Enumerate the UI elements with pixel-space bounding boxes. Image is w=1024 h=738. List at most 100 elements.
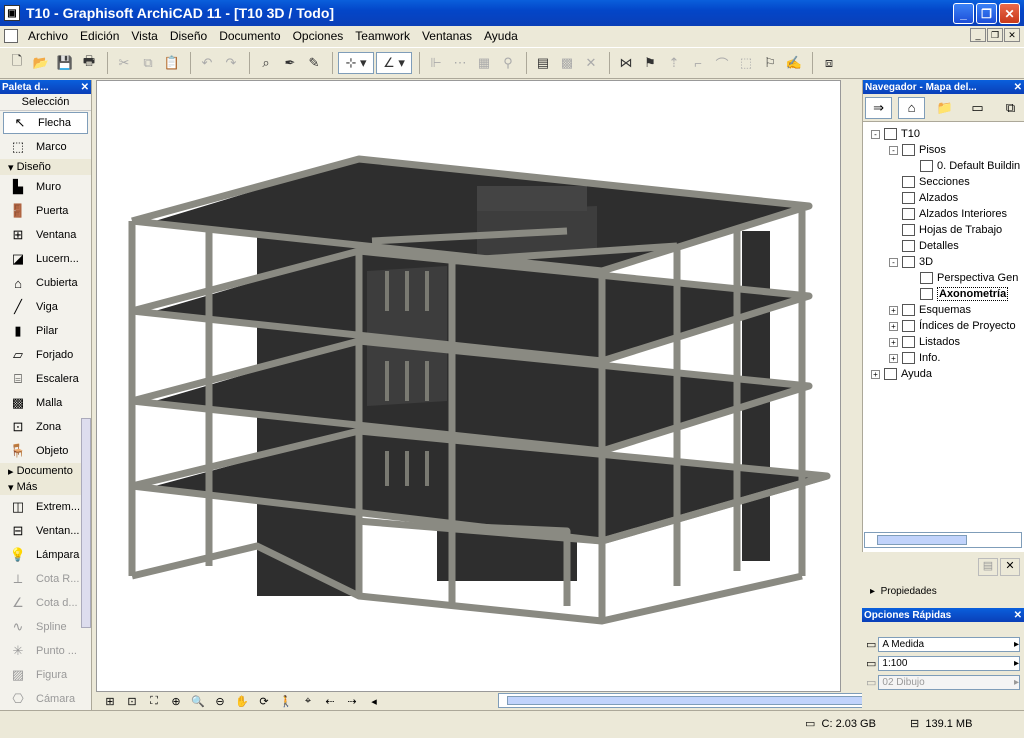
layer-combination-select[interactable]: 02 Dibujo ▸: [878, 674, 1020, 690]
tree-item[interactable]: - Pisos: [863, 142, 1024, 158]
nav-scroll-thumb[interactable]: [877, 535, 967, 545]
tree-item[interactable]: -3D: [863, 254, 1024, 270]
tool-lucernario[interactable]: ◪ Lucern...: [0, 247, 91, 271]
navigator-menu-icon[interactable]: ⇒: [865, 96, 893, 119]
menu-teamwork[interactable]: Teamwork: [349, 29, 416, 43]
tree-item[interactable]: Alzados Interiores: [863, 206, 1024, 222]
group-icon[interactable]: ▦: [473, 52, 495, 74]
tool-marco[interactable]: ⬚ Marco: [0, 135, 91, 159]
horizontal-scrollbar[interactable]: [498, 693, 918, 708]
expand-toggle-icon[interactable]: +: [889, 321, 898, 331]
quick-options-close-icon[interactable]: ✕: [1014, 610, 1022, 621]
split-icon[interactable]: ⚑: [639, 52, 661, 74]
tool-pilar[interactable]: ▮ Pilar: [0, 319, 91, 343]
menu-documento[interactable]: Documento: [213, 29, 286, 43]
tool-cota-nivel[interactable]: ⟂ Cota R...: [0, 567, 91, 591]
distribute-icon[interactable]: ⋯: [449, 52, 471, 74]
marker-icon[interactable]: ⚐: [759, 52, 781, 74]
tree-item[interactable]: + Info.: [863, 350, 1024, 366]
tree-item[interactable]: Detalles: [863, 238, 1024, 254]
view-mode-icon[interactable]: ⊞: [100, 693, 120, 709]
explode-icon[interactable]: ⬚: [735, 52, 757, 74]
publisher-icon[interactable]: ⧉: [997, 97, 1024, 119]
expand-toggle-icon[interactable]: -: [871, 129, 880, 139]
doc-restore-button[interactable]: ❐: [987, 28, 1003, 42]
menu-opciones[interactable]: Opciones: [287, 29, 350, 43]
cut-icon[interactable]: ✂: [113, 52, 135, 74]
navigator-scrollbar[interactable]: [864, 532, 1022, 548]
elevate-icon[interactable]: ⇡: [663, 52, 685, 74]
menu-ayuda[interactable]: Ayuda: [478, 29, 524, 43]
zoom-extents-icon[interactable]: ⌖: [298, 693, 318, 709]
doc-close-button[interactable]: ✕: [1004, 28, 1020, 42]
doc-minimize-button[interactable]: _: [970, 28, 986, 42]
palette-close-icon[interactable]: ✕: [81, 82, 89, 93]
restore-button[interactable]: ❐: [976, 3, 997, 24]
model-view-select[interactable]: A Medida ▸: [878, 636, 1020, 652]
minimize-button[interactable]: _: [953, 3, 974, 24]
document-group-toggle[interactable]: ▸ Documento: [0, 463, 91, 479]
offset-icon[interactable]: ⌐: [687, 52, 709, 74]
navigator-close-icon[interactable]: ✕: [1014, 82, 1022, 93]
new-file-icon[interactable]: 🗋: [6, 52, 28, 74]
tree-item[interactable]: Alzados: [863, 190, 1024, 206]
undo-icon[interactable]: ↶: [196, 52, 218, 74]
menu-vista[interactable]: Vista: [125, 29, 163, 43]
copy-icon[interactable]: ⧉: [137, 52, 159, 74]
pick-up-icon[interactable]: ✒: [279, 52, 301, 74]
close-button[interactable]: ✕: [999, 3, 1020, 24]
tree-item[interactable]: Secciones: [863, 174, 1024, 190]
paste-icon[interactable]: 📋: [161, 52, 183, 74]
gravity-dropdown[interactable]: ⊹ ▾: [338, 52, 374, 74]
tool-viga[interactable]: ╱ Viga: [0, 295, 91, 319]
tree-item[interactable]: + Esquemas: [863, 302, 1024, 318]
expand-toggle-icon[interactable]: +: [871, 369, 880, 379]
tool-muro[interactable]: ▙ Muro: [0, 175, 91, 199]
expand-toggle-icon[interactable]: -: [889, 145, 898, 155]
tool-punto[interactable]: ✳ Punto ...: [0, 639, 91, 663]
menu-ventanas[interactable]: Ventanas: [416, 29, 478, 43]
zoom-area-icon[interactable]: ⊕: [166, 693, 186, 709]
tool-ventana[interactable]: ⊞ Ventana: [0, 223, 91, 247]
pan-hand-icon[interactable]: ✋: [232, 693, 252, 709]
expand-toggle-icon[interactable]: +: [889, 353, 898, 363]
more-group-toggle[interactable]: ▾ Más: [0, 479, 91, 495]
tree-item[interactable]: - T10: [863, 126, 1024, 142]
expand-toggle-icon[interactable]: -: [889, 257, 898, 267]
pen-icon[interactable]: ✍: [783, 52, 805, 74]
align-icon[interactable]: ⊩: [425, 52, 447, 74]
tool-camara[interactable]: ⎔ Cámara: [0, 687, 91, 711]
tree-item[interactable]: Hojas de Trabajo: [863, 222, 1024, 238]
delete-view-icon[interactable]: ✕: [1000, 558, 1020, 576]
trim-icon[interactable]: ⋈: [615, 52, 637, 74]
lock-icon[interactable]: ⚲: [497, 52, 519, 74]
tool-extrema[interactable]: ◫ Extrem...: [0, 495, 91, 519]
zoom-in-icon[interactable]: 🔍: [188, 693, 208, 709]
scroll-left-icon[interactable]: ◂: [364, 693, 384, 709]
redo-icon[interactable]: ↷: [220, 52, 242, 74]
fillet-icon[interactable]: ⌒: [711, 52, 733, 74]
open-folder-icon[interactable]: 📂: [30, 52, 52, 74]
next-zoom-icon[interactable]: ⇢: [342, 693, 362, 709]
save-icon[interactable]: 💾: [54, 52, 76, 74]
snap-dropdown[interactable]: ∠ ▾: [376, 52, 412, 74]
fit-window-icon[interactable]: ⛶: [144, 693, 164, 709]
archicad-app-icon[interactable]: ▣: [4, 5, 20, 21]
tool-cota-angulo[interactable]: ∠ Cota d...: [0, 591, 91, 615]
grid-icon[interactable]: ▩: [556, 52, 578, 74]
print-icon[interactable]: 🖶: [78, 52, 100, 74]
tool-malla[interactable]: ▩ Malla: [0, 391, 91, 415]
tool-zona[interactable]: ⊡ Zona: [0, 415, 91, 439]
new-view-icon[interactable]: ▤: [978, 558, 998, 576]
layout-book-icon[interactable]: ▭: [964, 97, 991, 119]
tool-lampara[interactable]: 💡 Lámpara: [0, 543, 91, 567]
tree-item[interactable]: 0. Default Buildin: [863, 158, 1024, 174]
document-icon[interactable]: [4, 29, 18, 43]
scale-select[interactable]: 1:100 ▸: [878, 655, 1020, 671]
palette-scrollbar[interactable]: [81, 418, 91, 628]
find-select-icon[interactable]: ⌕: [255, 52, 277, 74]
tree-item[interactable]: + Listados: [863, 334, 1024, 350]
inject-icon[interactable]: ✎: [303, 52, 325, 74]
zoom-out-icon[interactable]: ⊖: [210, 693, 230, 709]
tree-item[interactable]: + Índices de Proyecto: [863, 318, 1024, 334]
